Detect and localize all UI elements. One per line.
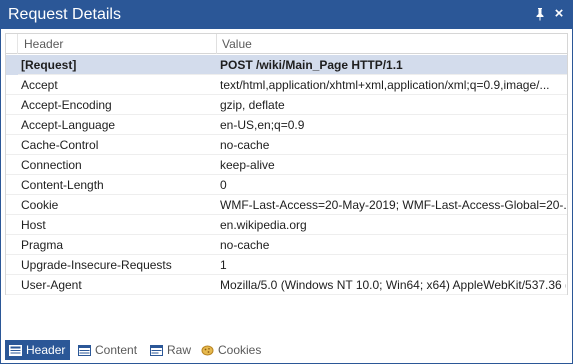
tab-cookies-label: Cookies [218, 343, 262, 357]
row-gutter [6, 155, 18, 175]
close-icon[interactable]: × [552, 6, 566, 21]
row-header-name: Cookie [21, 198, 59, 212]
row-header-name: [Request] [21, 58, 77, 72]
tab-header[interactable]: Header [5, 340, 71, 360]
row-header-value: WMF-Last-Access=20-May-2019; WMF-Last-Ac… [220, 198, 566, 212]
row-header-name: Upgrade-Insecure-Requests [21, 258, 172, 272]
pin-icon[interactable] [533, 7, 547, 21]
row-header-name: User-Agent [21, 278, 82, 292]
content-table-icon [78, 344, 91, 356]
row-header-value: no-cache [220, 238, 270, 252]
raw-table-icon [150, 344, 163, 356]
table-row[interactable]: User-Agent Mozilla/5.0 (Windows NT 10.0;… [6, 275, 567, 295]
grid-header-row: Header Value [6, 34, 567, 54]
column-divider[interactable] [216, 34, 217, 54]
row-gutter-header [6, 34, 18, 54]
tab-content-label: Content [95, 343, 138, 357]
row-header-name: Accept [21, 78, 58, 92]
row-header-name: Connection [21, 158, 82, 172]
tab-content[interactable]: Content [74, 340, 142, 360]
row-gutter [6, 135, 18, 155]
title-bar: Request Details × [1, 1, 572, 29]
request-details-window: Request Details × Header Value [Request]… [0, 0, 573, 364]
row-header-value: en.wikipedia.org [220, 218, 307, 232]
row-header-name: Cache-Control [21, 138, 99, 152]
row-gutter [6, 235, 18, 255]
row-gutter [6, 75, 18, 95]
row-header-name: Host [21, 218, 46, 232]
table-row[interactable]: Cache-Control no-cache [6, 135, 567, 155]
row-header-value: 0 [220, 178, 227, 192]
row-gutter [6, 175, 18, 195]
row-header-value: text/html,application/xhtml+xml,applicat… [220, 78, 550, 92]
row-gutter [6, 195, 18, 215]
view-tabs: Header Content Raw Cookies [5, 340, 570, 360]
row-header-name: Pragma [21, 238, 64, 252]
tab-raw[interactable]: Raw [146, 340, 196, 360]
row-gutter [6, 255, 18, 275]
table-row[interactable]: Content-Length 0 [6, 175, 567, 195]
column-header-value[interactable]: Value [222, 37, 252, 51]
tab-raw-label: Raw [167, 343, 192, 357]
table-row-request[interactable]: [Request] POST /wiki/Main_Page HTTP/1.1 [6, 55, 567, 75]
row-gutter [6, 55, 18, 75]
row-gutter [6, 275, 18, 295]
column-header-header[interactable]: Header [24, 37, 63, 51]
row-header-name: Accept-Language [21, 118, 116, 132]
headers-grid: Header Value [Request] POST /wiki/Main_P… [5, 33, 568, 295]
row-gutter [6, 115, 18, 135]
row-gutter [6, 215, 18, 235]
table-row[interactable]: Accept text/html,application/xhtml+xml,a… [6, 75, 567, 95]
table-row[interactable]: Upgrade-Insecure-Requests 1 [6, 255, 567, 275]
row-header-value: no-cache [220, 138, 270, 152]
table-row[interactable]: Cookie WMF-Last-Access=20-May-2019; WMF-… [6, 195, 567, 215]
row-header-name: Content-Length [21, 178, 104, 192]
header-table-icon [9, 344, 22, 356]
row-header-value: POST /wiki/Main_Page HTTP/1.1 [220, 58, 403, 72]
tab-header-label: Header [26, 343, 66, 357]
row-header-value: en-US,en;q=0.9 [220, 118, 305, 132]
window-title: Request Details [8, 6, 121, 23]
tab-cookies[interactable]: Cookies [197, 340, 266, 360]
row-header-value: Mozilla/5.0 (Windows NT 10.0; Win64; x64… [220, 278, 566, 292]
table-row[interactable]: Connection keep-alive [6, 155, 567, 175]
row-header-name: Accept-Encoding [21, 98, 112, 112]
row-gutter [6, 95, 18, 115]
cookie-icon [201, 345, 214, 356]
row-header-value: gzip, deflate [220, 98, 285, 112]
row-header-value: 1 [220, 258, 227, 272]
table-row[interactable]: Pragma no-cache [6, 235, 567, 255]
table-row[interactable]: Accept-Language en-US,en;q=0.9 [6, 115, 567, 135]
table-row[interactable]: Accept-Encoding gzip, deflate [6, 95, 567, 115]
table-row[interactable]: Host en.wikipedia.org [6, 215, 567, 235]
row-header-value: keep-alive [220, 158, 275, 172]
grid-rows: [Request] POST /wiki/Main_Page HTTP/1.1 … [6, 55, 567, 295]
